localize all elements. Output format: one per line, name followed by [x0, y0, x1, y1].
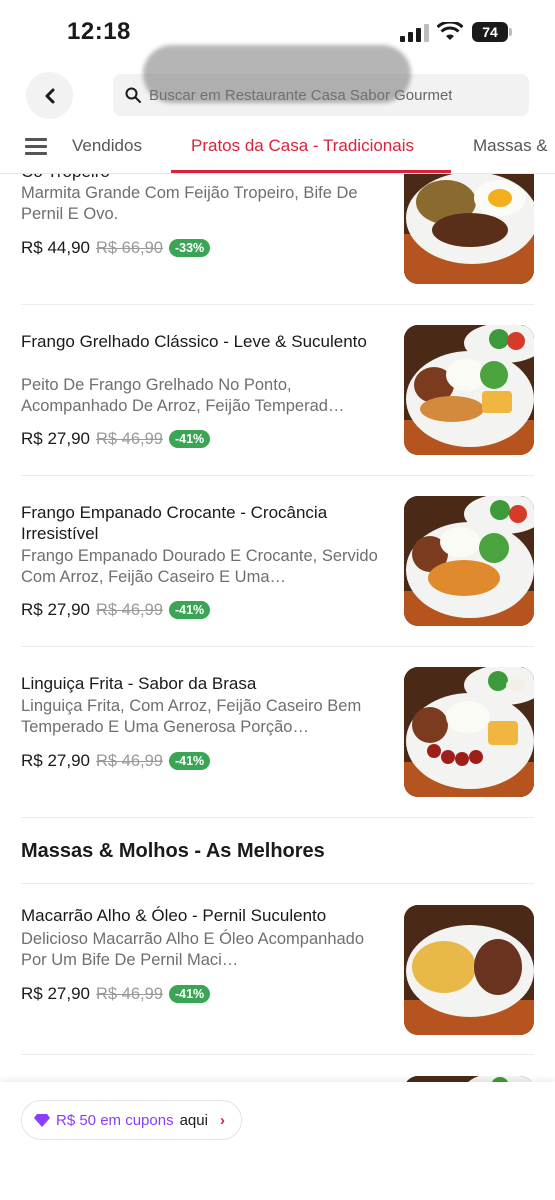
coupon-suffix: aqui	[179, 1111, 208, 1129]
item-description: Peito De Frango Grelhado No Ponto, Acomp…	[21, 376, 345, 415]
coupon-amount: R$ 50 em cupons	[56, 1111, 174, 1129]
tab-pratos-da-casa[interactable]: Pratos da Casa - Tradicionais	[191, 136, 414, 156]
search-icon	[125, 87, 141, 103]
item-old-price: R$ 46,99	[96, 429, 163, 448]
item-description: Marmita Grande Com Feijão Tropeiro, Bife…	[21, 184, 358, 223]
item-old-price: R$ 66,90	[96, 238, 163, 257]
divider	[21, 883, 534, 884]
divider	[21, 817, 534, 818]
status-time: 12:18	[67, 18, 131, 45]
item-price: R$ 27,90	[21, 984, 90, 1003]
divider	[21, 1054, 534, 1055]
price-row: R$ 27,90 R$ 46,99 -41%	[21, 984, 211, 1004]
item-image	[404, 667, 534, 797]
discount-badge: -41%	[168, 985, 211, 1003]
tab-massas[interactable]: Massas &	[473, 136, 548, 156]
item-image	[404, 174, 534, 284]
discount-badge: -41%	[168, 601, 211, 619]
price-row: R$ 44,90 R$ 66,90 -33%	[21, 238, 211, 258]
discount-badge: -41%	[168, 430, 211, 448]
price-row: R$ 27,90 R$ 46,99 -41%	[21, 600, 211, 620]
item-title: Frango Empanado Crocante - Crocância Irr…	[21, 503, 328, 543]
coupon-button[interactable]: R$ 50 em cupons aqui ›	[21, 1100, 242, 1140]
item-price: R$ 44,90	[21, 238, 90, 257]
item-image	[404, 325, 534, 455]
price-row: R$ 27,90 R$ 46,99 -41%	[21, 429, 211, 449]
item-title: Frango Grelhado Clássico - Leve & Sucule…	[21, 332, 367, 351]
item-price: R$ 27,90	[21, 429, 90, 448]
item-description: Frango Empanado Dourado E Crocante, Serv…	[21, 547, 378, 586]
blurred-overlay	[143, 45, 411, 103]
menu-list: Co Tropeiro Marmita Grande Com Feijão Tr…	[0, 174, 555, 1082]
list-item[interactable]: Frango Grelhado Clássico - Leve & Sucule…	[0, 325, 555, 455]
category-tabs: Vendidos Pratos da Casa - Tradicionais M…	[0, 126, 555, 174]
list-item[interactable]: Macarrão Alho & Óleo - Pernil Suculento …	[0, 905, 555, 1035]
item-price: R$ 27,90	[21, 600, 90, 619]
item-description: Delicioso Macarrão Alho E Óleo Acompanha…	[21, 930, 365, 969]
item-old-price: R$ 46,99	[96, 600, 163, 619]
item-title: Macarrão Alho & Óleo - Pernil Suculento	[21, 906, 327, 925]
divider	[21, 475, 534, 476]
active-tab-indicator	[171, 170, 451, 173]
discount-badge: -41%	[168, 752, 211, 770]
list-item[interactable]: Linguiça Frita - Sabor da Brasa Linguiça…	[0, 667, 555, 797]
list-item[interactable]: Co Tropeiro Marmita Grande Com Feijão Tr…	[0, 174, 555, 304]
battery-level: 74	[472, 22, 508, 42]
item-old-price: R$ 46,99	[96, 751, 163, 770]
list-item[interactable]: Frango Empanado Crocante - Crocância Irr…	[0, 496, 555, 626]
menu-icon[interactable]	[25, 138, 47, 156]
diamond-icon	[34, 1114, 50, 1127]
price-row: R$ 27,90 R$ 46,99 -41%	[21, 751, 211, 771]
item-title: Co Tropeiro	[21, 174, 391, 182]
discount-badge: -33%	[168, 239, 211, 257]
battery-icon: 74	[472, 22, 512, 42]
item-price: R$ 27,90	[21, 751, 90, 770]
bottom-bar: R$ 50 em cupons aqui ›	[0, 1082, 555, 1200]
wifi-icon	[437, 22, 463, 40]
item-image	[404, 905, 534, 1035]
tab-vendidos[interactable]: Vendidos	[72, 136, 142, 156]
divider	[21, 646, 534, 647]
item-description: Linguiça Frita, Com Arroz, Feijão Caseir…	[21, 697, 362, 736]
divider	[21, 304, 534, 305]
back-button[interactable]	[26, 72, 73, 119]
item-title: Linguiça Frita - Sabor da Brasa	[21, 674, 257, 693]
back-arrow-icon	[45, 88, 54, 103]
chevron-right-icon: ›	[219, 1111, 225, 1129]
signal-icon	[400, 24, 430, 42]
item-image	[404, 496, 534, 626]
item-old-price: R$ 46,99	[96, 984, 163, 1003]
section-title-massas: Massas & Molhos - As Melhores	[21, 840, 325, 862]
